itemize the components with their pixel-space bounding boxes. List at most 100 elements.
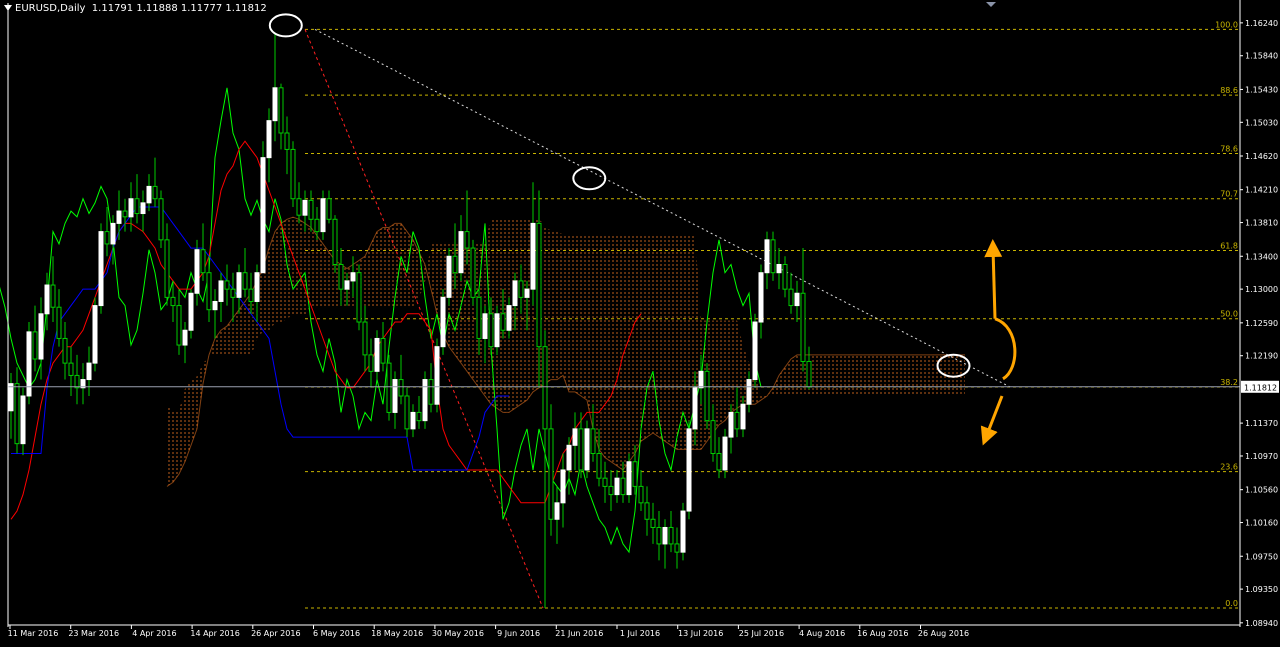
price-tick-label: 1.15430 (1245, 85, 1278, 94)
candle-body (470, 247, 476, 298)
candle-body (14, 383, 20, 445)
candle-body (584, 428, 590, 471)
candle-body (800, 292, 806, 362)
shift-marker-icon (986, 2, 996, 7)
candle-body (536, 222, 542, 348)
candle-body (410, 411, 416, 430)
candle-body (692, 387, 698, 430)
candle-body (338, 263, 344, 290)
candle-body (590, 428, 596, 455)
candle-body (404, 395, 410, 430)
candle-body (308, 199, 314, 220)
date-tick-label: 9 Jun 2016 (497, 629, 540, 638)
fib-level-label: 23.6 (1220, 463, 1238, 472)
candle-body (206, 272, 212, 311)
candle-body (548, 428, 554, 520)
candle-body (476, 296, 482, 339)
date-tick-label: 4 Apr 2016 (132, 629, 176, 638)
price-tick-label: 1.10560 (1245, 486, 1278, 495)
candle-body (710, 420, 716, 455)
candle-body (266, 120, 272, 159)
candle-body (176, 305, 182, 346)
date-tick-label: 21 Jun 2016 (555, 629, 603, 638)
candle-body (272, 87, 278, 122)
candle-body (632, 461, 638, 487)
candle-body (728, 411, 734, 438)
candle-body (194, 249, 200, 294)
candle-body (182, 329, 188, 346)
candle-body (698, 370, 704, 389)
candle-body (242, 272, 248, 290)
candle-body (512, 280, 518, 307)
candle-body (434, 346, 440, 405)
candle-body (302, 199, 308, 216)
candle-body (212, 300, 218, 311)
candle-body (680, 510, 686, 553)
candle-body (806, 360, 812, 388)
candle-body (482, 313, 488, 339)
candle-body (464, 231, 470, 249)
candle-body (704, 370, 710, 422)
date-tick-label: 26 Apr 2016 (251, 629, 300, 638)
candle-body (290, 148, 296, 200)
circled-point (268, 13, 303, 38)
candle-body (392, 379, 398, 413)
candle-body (530, 222, 536, 290)
chart-canvas[interactable]: 100.0 88.6 78.6 70.7 61.8 50.0 38.2 23.6 0.0 1.1… (0, 0, 1280, 647)
candle-body (56, 306, 62, 339)
date-tick-label: 1 Jul 2016 (620, 629, 660, 638)
candle-body (356, 272, 362, 323)
fib-level-label: 78.6 (1220, 145, 1238, 154)
fib-level-label: 70.7 (1220, 190, 1238, 199)
candle-body (314, 218, 320, 233)
candle-body (506, 305, 512, 331)
candle-body (788, 288, 794, 307)
date-tick-label: 18 May 2016 (371, 629, 423, 638)
price-tick-label: 1.15840 (1245, 52, 1278, 61)
candle-body (722, 436, 728, 471)
candle-body (320, 198, 326, 233)
date-tick-label: 13 Jul 2016 (678, 629, 723, 638)
candle-body (284, 132, 290, 150)
candle-body (20, 395, 26, 445)
price-tick-label: 1.09350 (1245, 585, 1278, 594)
annotation-brace (994, 317, 1017, 381)
price-tick-label: 1.14210 (1245, 186, 1278, 195)
price-tick-label: 1.11370 (1245, 419, 1278, 428)
candle-body (446, 255, 452, 298)
date-tick-label: 11 Mar 2016 (8, 629, 59, 638)
candle-body (782, 263, 788, 290)
candle-body (644, 502, 650, 520)
candle-body (554, 502, 560, 520)
candle-body (50, 284, 56, 308)
candle-body (794, 292, 800, 307)
candle-body (758, 272, 764, 323)
candle-body (326, 198, 332, 220)
candle-body (518, 280, 524, 298)
candle-body (62, 337, 68, 364)
candle-body (110, 222, 116, 245)
candle-body (188, 292, 194, 331)
candle-body (374, 337, 380, 372)
price-tick-label: 1.13810 (1245, 219, 1278, 228)
candle-body (74, 374, 80, 389)
current-price-label: 1.11812 (1244, 383, 1277, 392)
candle-body (764, 239, 770, 274)
fib-level-label: 88.6 (1220, 86, 1238, 95)
candle-body (380, 337, 386, 364)
candle-body (86, 362, 92, 381)
candle-body (650, 518, 656, 528)
date-tick-label: 23 Mar 2016 (68, 629, 119, 638)
candle-body (152, 185, 158, 200)
candle-body (488, 313, 494, 348)
candle-body (236, 272, 242, 298)
fib-level-label: 100.0 (1215, 20, 1238, 29)
candle-body (38, 313, 44, 360)
candle-body (92, 305, 98, 364)
candle-body (614, 477, 620, 496)
candle-body (296, 198, 302, 216)
price-tick-label: 1.13400 (1245, 252, 1278, 261)
candle-body (746, 379, 752, 405)
candle-body (740, 403, 746, 430)
candle-body (104, 231, 110, 245)
